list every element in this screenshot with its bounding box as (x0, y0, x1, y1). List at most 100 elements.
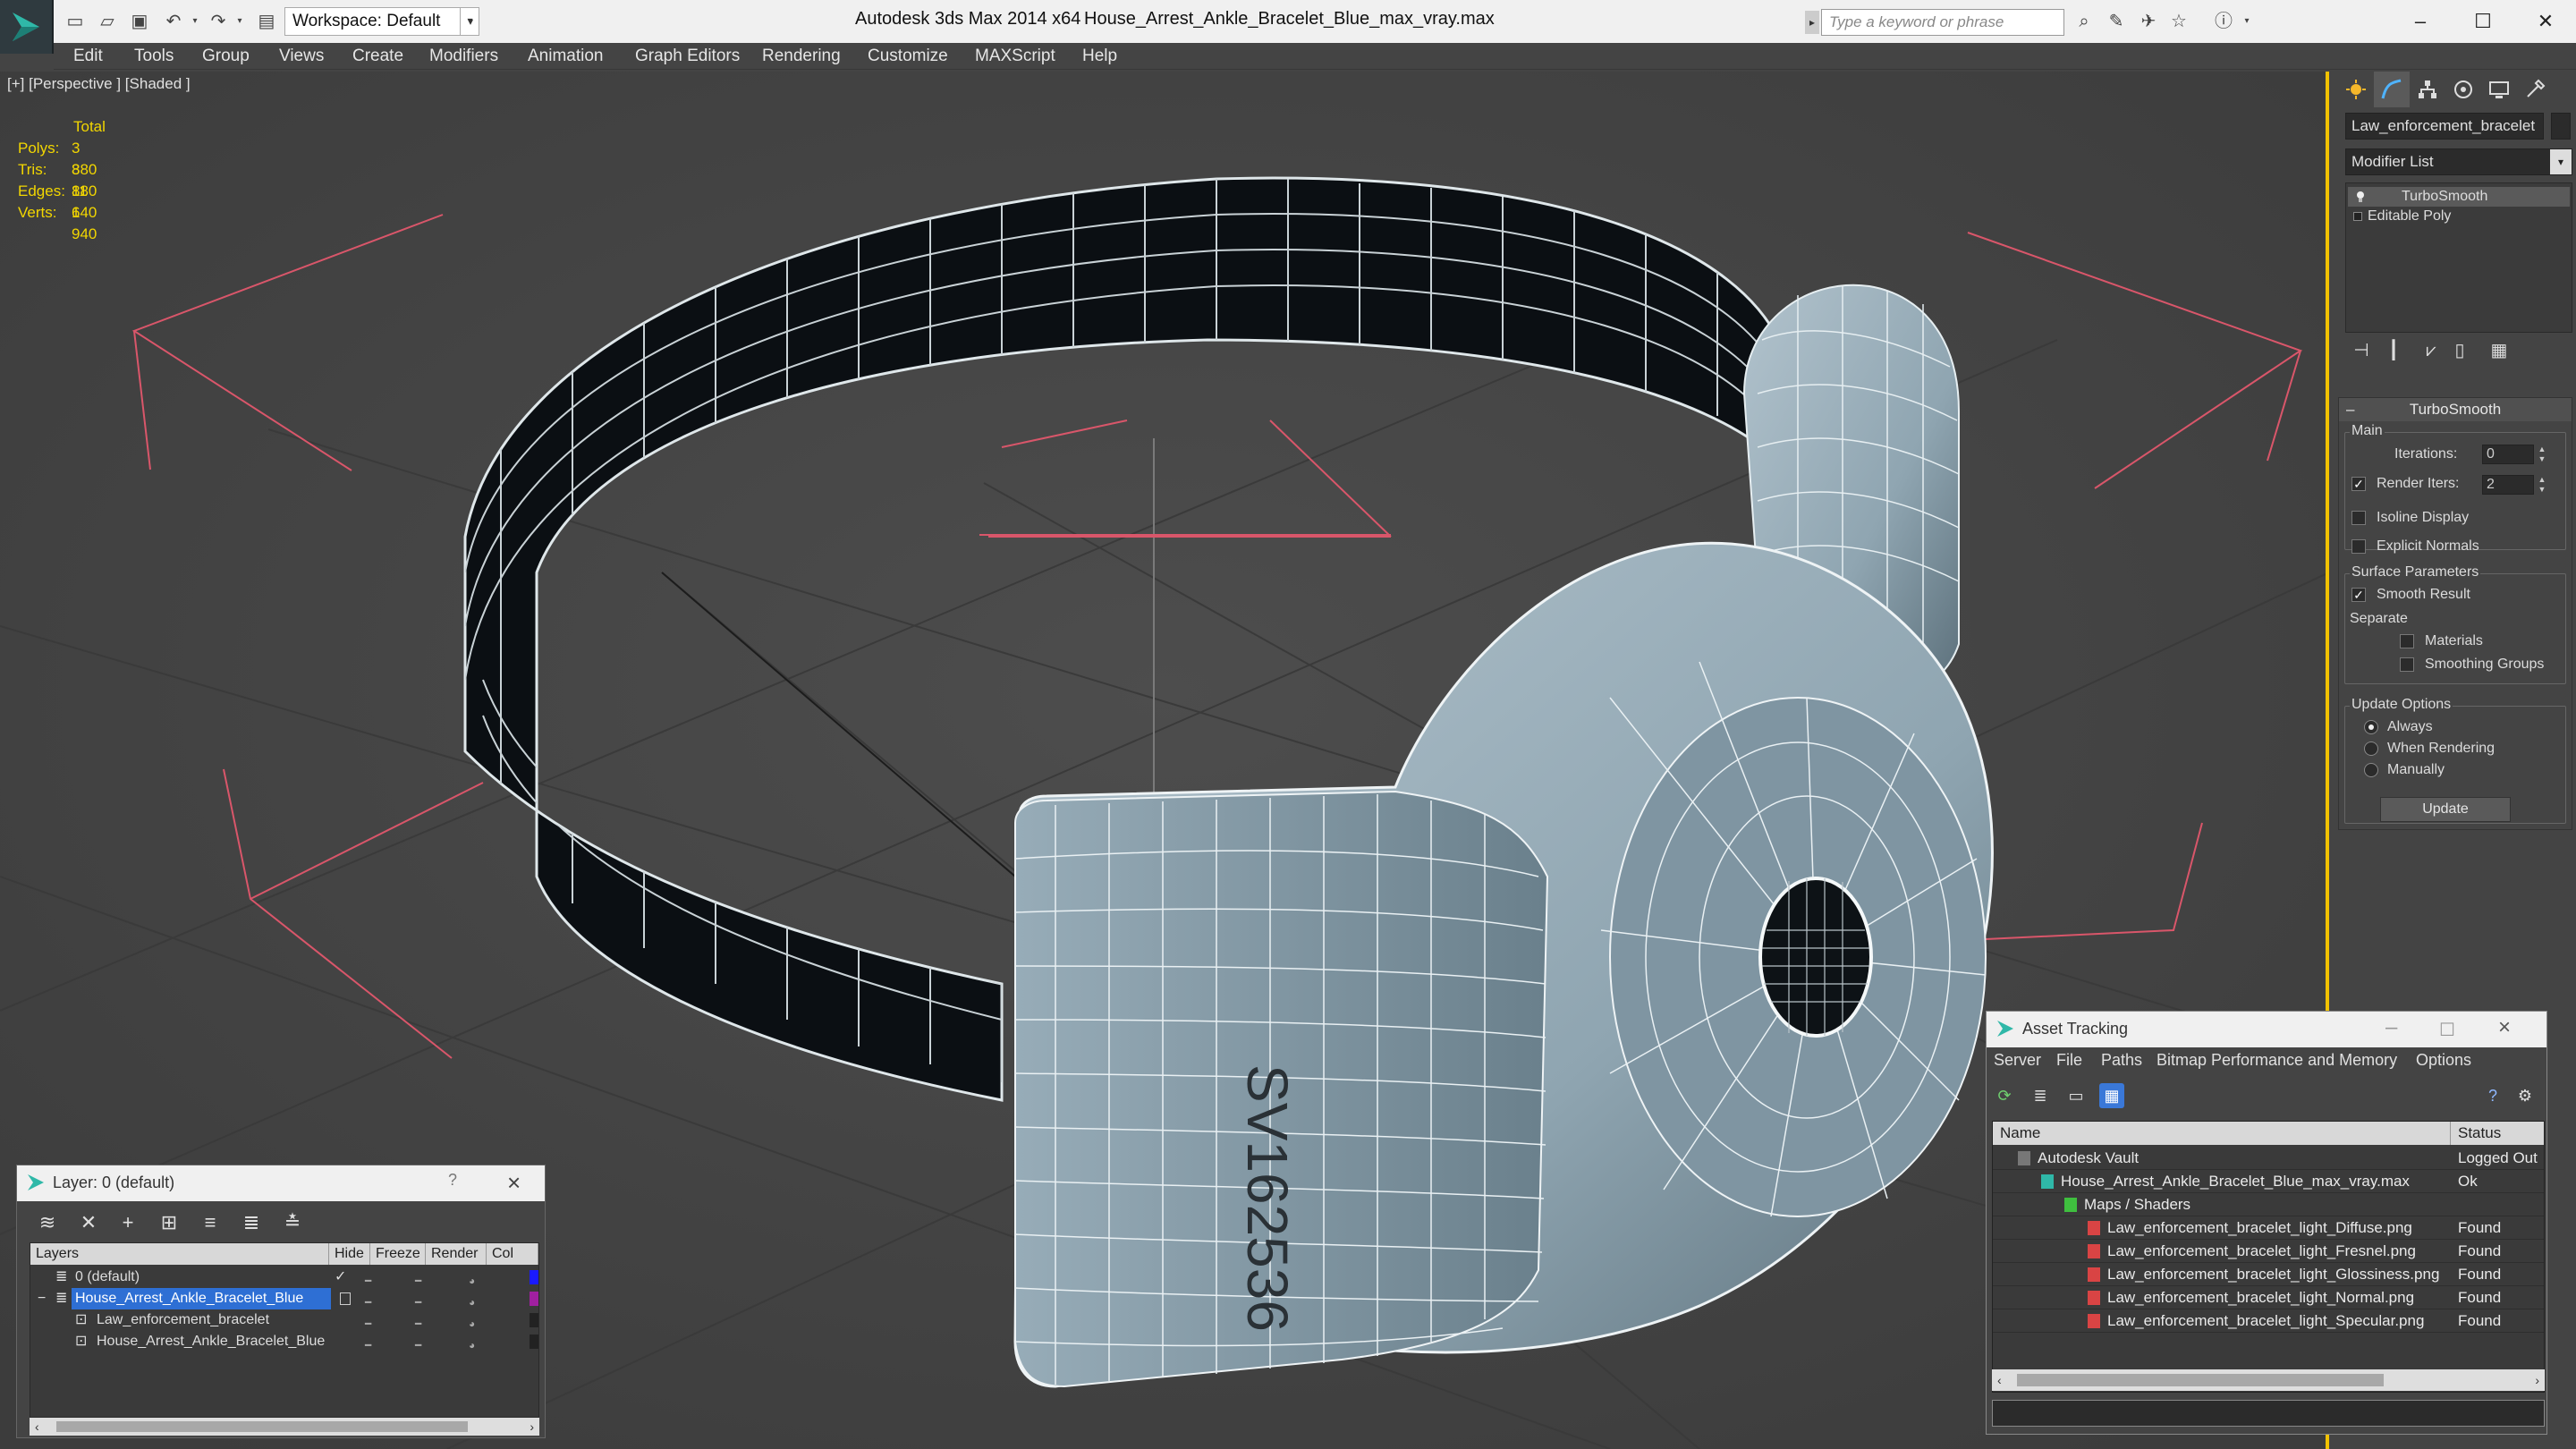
table-view-icon[interactable]: ▦ (2099, 1083, 2124, 1108)
search-expand-icon[interactable]: ▸ (1805, 11, 1819, 34)
always-radio[interactable] (2364, 720, 2378, 734)
column-color[interactable]: Col (487, 1243, 538, 1265)
tab-create[interactable] (2338, 72, 2374, 107)
menu-file[interactable]: File (2056, 1051, 2082, 1070)
asset-row[interactable]: House_Arrest_Ankle_Bracelet_Blue_max_vra… (1993, 1170, 2544, 1193)
asset-window-titlebar[interactable]: Asset Tracking – ☐ × (1987, 1012, 2546, 1047)
asset-row[interactable]: Maps / Shaders (1993, 1193, 2544, 1216)
column-layers[interactable]: Layers (30, 1243, 329, 1265)
tab-hierarchy[interactable] (2410, 72, 2445, 107)
modifier-list-dropdown[interactable]: Modifier List ▾ (2345, 148, 2572, 175)
layer-color-swatch[interactable] (530, 1335, 538, 1349)
maximize-icon[interactable]: ☐ (2439, 1019, 2455, 1041)
menu-tools[interactable]: Tools (134, 45, 174, 68)
asset-row[interactable]: Autodesk Vault Logged Out (1993, 1147, 2544, 1170)
make-unique-icon[interactable]: ⩗ (2419, 338, 2444, 363)
menu-paths[interactable]: Paths (2101, 1051, 2142, 1070)
tab-utilities[interactable] (2517, 72, 2553, 107)
column-name[interactable]: Name (1993, 1122, 2451, 1145)
expand-plus-icon[interactable] (2353, 212, 2362, 221)
layer-row[interactable]: ≣ 0 (default) ✓ ━ ━ ◕ (30, 1267, 538, 1288)
menu-animation[interactable]: Animation (528, 45, 604, 68)
isoline-display-checkbox[interactable] (2351, 511, 2366, 525)
object-color-swatch[interactable] (2551, 113, 2571, 140)
undo-dropdown-icon[interactable]: ▾ (184, 11, 206, 32)
materials-checkbox[interactable] (2400, 634, 2414, 648)
layer-row[interactable]: ⊡ House_Arrest_Ankle_Bracelet_Blue ━ ━ ◕ (30, 1331, 538, 1352)
smoothing-groups-checkbox[interactable] (2400, 657, 2414, 672)
menu-edit[interactable]: Edit (73, 45, 103, 68)
help-icon[interactable]: ? (2480, 1083, 2505, 1108)
menu-bitmap-performance[interactable]: Bitmap Performance and Memory (2157, 1051, 2397, 1070)
create-layer-icon[interactable]: ≋ (35, 1210, 60, 1235)
menu-help[interactable]: Help (1082, 45, 1117, 68)
delete-layer-icon[interactable]: ✕ (76, 1210, 101, 1235)
lightbulb-icon[interactable] (2355, 191, 2366, 203)
redo-dropdown-icon[interactable]: ▾ (229, 11, 250, 32)
search-input[interactable]: Type a keyword or phrase (1821, 9, 2064, 36)
asset-row[interactable]: Law_enforcement_bracelet_light_Fresnel.p… (1993, 1240, 2544, 1263)
layer-color-swatch[interactable] (530, 1270, 538, 1284)
thumbnail-view-icon[interactable]: ▭ (2063, 1083, 2089, 1108)
open-file-icon[interactable]: ▱ (97, 11, 118, 32)
layer-window-titlebar[interactable]: Layer: 0 (default) ? × (17, 1165, 545, 1201)
minimize-icon[interactable]: – (2385, 1015, 2397, 1040)
close-icon[interactable]: × (507, 1169, 521, 1197)
close-icon[interactable]: × (2498, 1015, 2511, 1040)
settings-icon[interactable]: ⚙ (2512, 1083, 2538, 1108)
menu-customize[interactable]: Customize (868, 45, 948, 68)
render-teapot-icon[interactable]: ◕ (469, 1335, 475, 1356)
help-icon[interactable]: ⓘ (2213, 11, 2234, 32)
menu-create[interactable]: Create (352, 45, 403, 68)
asset-path-field[interactable] (1992, 1400, 2545, 1427)
hide-all-icon[interactable]: ≣ (239, 1210, 264, 1235)
tab-display[interactable] (2481, 72, 2517, 107)
hide-toggle[interactable]: ━ (365, 1335, 371, 1356)
close-button[interactable]: ✕ (2519, 5, 2572, 38)
redo-icon[interactable]: ↷ (208, 11, 229, 32)
workspace-select[interactable]: Workspace: Default ▾ (284, 7, 479, 36)
iterations-spinner[interactable]: 0 (2482, 445, 2534, 464)
refresh-icon[interactable]: ⟳ (1992, 1083, 2017, 1108)
layer-color-swatch[interactable] (530, 1292, 538, 1306)
menu-graph-editors[interactable]: Graph Editors (635, 45, 740, 68)
render-iters-spinner[interactable]: 2 (2482, 475, 2534, 495)
add-selection-icon[interactable]: + (115, 1210, 140, 1235)
undo-icon[interactable]: ↶ (163, 11, 184, 32)
menu-server[interactable]: Server (1994, 1051, 2041, 1070)
freeze-all-icon[interactable]: ≛ (280, 1210, 305, 1235)
maximize-button[interactable]: ☐ (2456, 5, 2510, 38)
binoculars-icon[interactable]: ⌕ (2073, 11, 2095, 32)
spinner-arrows-icon[interactable]: ▲ ▼ (2536, 475, 2548, 495)
project-folder-icon[interactable]: ▤ (256, 11, 277, 32)
highlight-layer-icon[interactable]: ≡ (198, 1210, 223, 1235)
explicit-normals-checkbox[interactable] (2351, 539, 2366, 554)
manually-radio[interactable] (2364, 763, 2378, 777)
viewport-label[interactable]: [+] [Perspective ] [Shaded ] (7, 75, 191, 93)
scroll-left-icon[interactable]: ‹ (1997, 1369, 2002, 1391)
column-freeze[interactable]: Freeze (370, 1243, 426, 1265)
tab-motion[interactable] (2445, 72, 2481, 107)
menu-maxscript[interactable]: MAXScript (975, 45, 1055, 68)
menu-modifiers[interactable]: Modifiers (429, 45, 498, 68)
scrollbar-thumb[interactable] (2017, 1374, 2384, 1386)
scrollbar-thumb[interactable] (56, 1421, 468, 1432)
horizontal-scrollbar[interactable]: ‹ › (1992, 1369, 2545, 1391)
asset-row[interactable]: Law_enforcement_bracelet_light_Normal.pn… (1993, 1286, 2544, 1309)
menu-group[interactable]: Group (202, 45, 250, 68)
rollout-header[interactable]: – TurboSmooth (2339, 398, 2572, 421)
freeze-toggle[interactable]: ━ (415, 1335, 421, 1356)
collapse-icon[interactable]: − (38, 1288, 46, 1309)
menu-rendering[interactable]: Rendering (762, 45, 841, 68)
column-render[interactable]: Render (426, 1243, 487, 1265)
layer-color-swatch[interactable] (530, 1313, 538, 1327)
help-dropdown-icon[interactable]: ▾ (2236, 11, 2258, 32)
remove-modifier-icon[interactable]: ▯ (2447, 338, 2472, 363)
app-menu-button[interactable] (0, 0, 54, 54)
when-rendering-radio[interactable] (2364, 741, 2378, 756)
communication-icon[interactable]: ✈ (2138, 11, 2159, 32)
menu-options[interactable]: Options (2416, 1051, 2471, 1070)
stack-item-turbosmooth[interactable]: TurboSmooth (2348, 187, 2570, 207)
show-end-result-icon[interactable]: ┃ (2381, 338, 2406, 363)
horizontal-scrollbar[interactable]: ‹ › (30, 1418, 539, 1436)
